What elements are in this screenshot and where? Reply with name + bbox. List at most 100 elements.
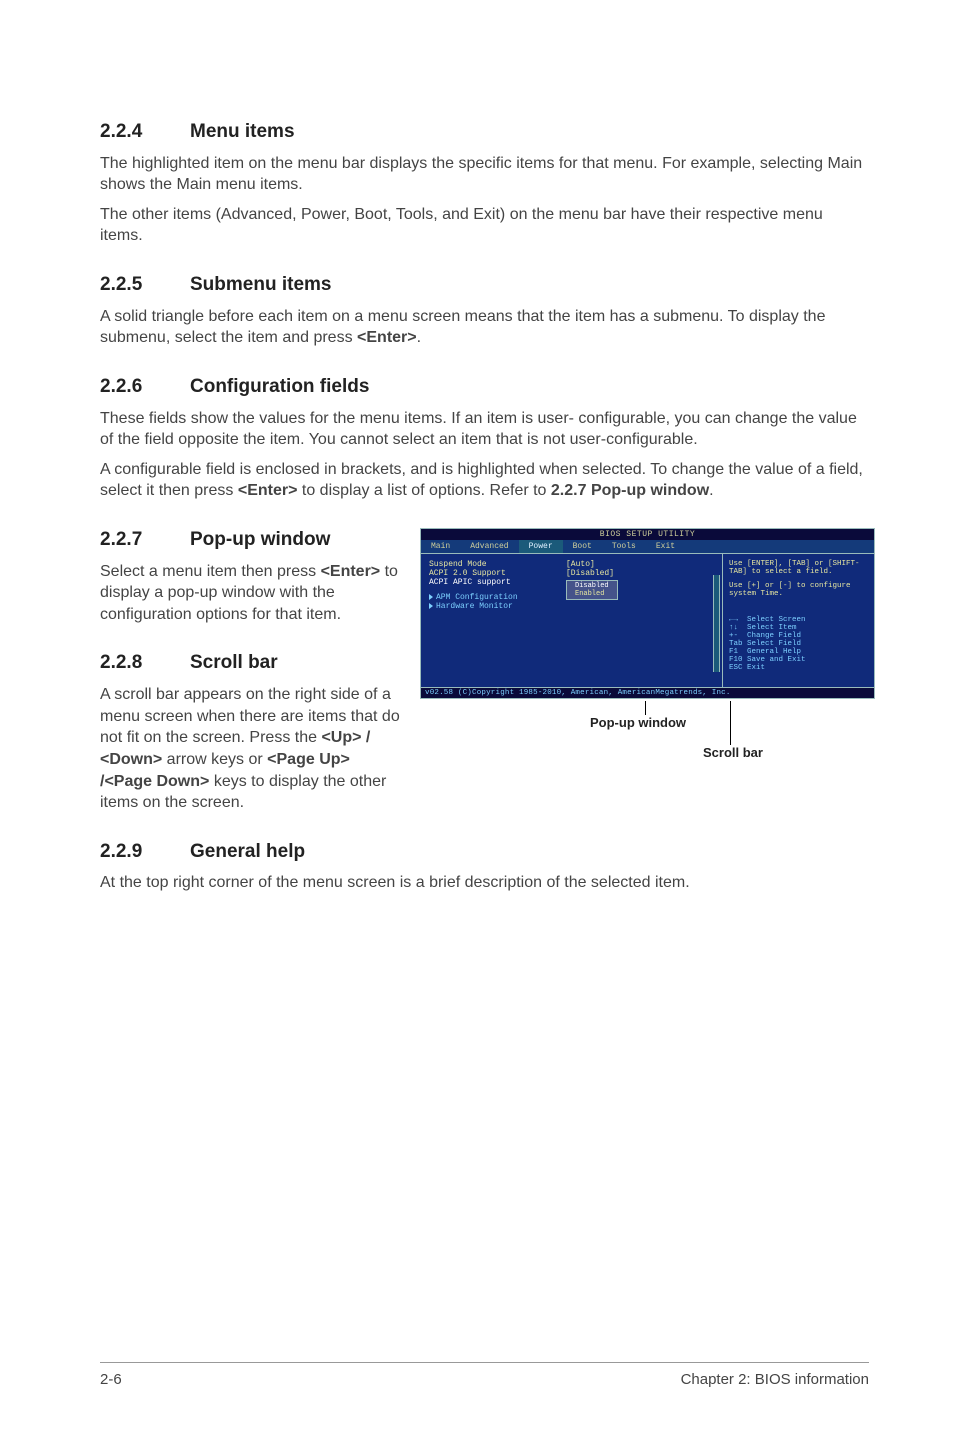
- heading-num: 2.2.5: [100, 273, 190, 298]
- heading-title: General help: [190, 841, 305, 862]
- bios-scrollbar[interactable]: [713, 575, 720, 672]
- key: Tab: [729, 640, 743, 648]
- two-column-area: 2.2.7Pop-up window Select a menu item th…: [100, 528, 869, 840]
- help-text-1: Use [ENTER], [TAB] or [SHIFT-TAB] to sel…: [729, 560, 868, 576]
- bios-footer: v02.58 (C)Copyright 1985-2010, American,…: [421, 688, 874, 698]
- para: The highlighted item on the menu bar dis…: [100, 153, 869, 196]
- callout-label-scroll: Scroll bar: [703, 745, 763, 760]
- section-2-2-6: 2.2.6Configuration fields These fields s…: [100, 375, 869, 502]
- triangle-icon: [429, 603, 433, 609]
- heading-2-2-8: 2.2.8Scroll bar: [100, 651, 400, 676]
- help-key-row: +- Change Field: [729, 632, 868, 640]
- left-column: 2.2.7Pop-up window Select a menu item th…: [100, 528, 400, 840]
- para: These fields show the values for the men…: [100, 408, 869, 451]
- label: Hardware Monitor: [436, 602, 513, 611]
- callout-line-scroll: [730, 701, 731, 745]
- heading-2-2-7: 2.2.7Pop-up window: [100, 528, 400, 553]
- para: A scroll bar appears on the right side o…: [100, 684, 400, 814]
- bios-menu-boot[interactable]: Boot: [563, 540, 602, 553]
- heading-num: 2.2.7: [100, 528, 190, 553]
- bios-menu-power[interactable]: Power: [519, 540, 563, 553]
- bios-item-hw-monitor[interactable]: Hardware Monitor: [429, 602, 714, 611]
- heading-num: 2.2.6: [100, 375, 190, 400]
- heading-2-2-9: 2.2.9General help: [100, 840, 869, 865]
- heading-title: Scroll bar: [190, 652, 278, 673]
- page: 2.2.4Menu items The highlighted item on …: [0, 0, 954, 1438]
- popup-opt-enabled[interactable]: Enabled: [575, 590, 604, 598]
- bios-help-panel: Use [ENTER], [TAB] or [SHIFT-TAB] to sel…: [722, 554, 874, 687]
- bios-val-disabled[interactable]: [Disabled]: [566, 569, 618, 578]
- section-2-2-9: 2.2.9General help At the top right corne…: [100, 840, 869, 894]
- key: F10: [729, 656, 743, 664]
- help-key-row: ESC Exit: [729, 664, 868, 672]
- key: +-: [729, 632, 738, 640]
- key-text: Select Screen: [747, 616, 806, 624]
- text: to display a list of options. Refer to: [297, 482, 550, 499]
- help-key-row: F1 General Help: [729, 648, 868, 656]
- key: ↑↓: [729, 624, 738, 632]
- callout-label-popup: Pop-up window: [590, 715, 686, 730]
- para: At the top right corner of the menu scre…: [100, 872, 869, 894]
- text: arrow keys or: [162, 751, 267, 768]
- text: .: [709, 482, 713, 499]
- key-text: Exit: [747, 664, 765, 672]
- key: ←→: [729, 616, 738, 624]
- callout-line-popup: [645, 701, 646, 715]
- key-enter: <Enter>: [238, 482, 298, 499]
- section-2-2-5: 2.2.5Submenu items A solid triangle befo…: [100, 273, 869, 349]
- bios-menu-advanced[interactable]: Advanced: [460, 540, 518, 553]
- heading-title: Menu items: [190, 121, 295, 142]
- bios-menu-main[interactable]: Main: [421, 540, 460, 553]
- heading-num: 2.2.4: [100, 120, 190, 145]
- bios-popup[interactable]: Disabled Enabled: [566, 580, 618, 600]
- spacer: [729, 598, 868, 616]
- triangle-icon: [429, 594, 433, 600]
- para: The other items (Advanced, Power, Boot, …: [100, 204, 869, 247]
- key-enter: <Enter>: [357, 329, 417, 346]
- bios-values: [Auto] [Disabled] Disabled Enabled: [566, 560, 618, 600]
- section-2-2-4: 2.2.4Menu items The highlighted item on …: [100, 120, 869, 247]
- heading-num: 2.2.8: [100, 651, 190, 676]
- key-text: Change Field: [747, 632, 801, 640]
- callouts: Pop-up window Scroll bar: [420, 701, 875, 781]
- bios-window: BIOS SETUP UTILITY Main Advanced Power B…: [420, 528, 875, 699]
- page-footer: 2-6 Chapter 2: BIOS information: [100, 1362, 869, 1388]
- help-key-row: Tab Select Field: [729, 640, 868, 648]
- help-key-row: F10 Save and Exit: [729, 656, 868, 664]
- heading-title: Pop-up window: [190, 529, 330, 550]
- bios-title: BIOS SETUP UTILITY: [421, 529, 874, 540]
- bios-figure: BIOS SETUP UTILITY Main Advanced Power B…: [420, 528, 875, 840]
- para: A configurable field is enclosed in brac…: [100, 459, 869, 502]
- heading-title: Submenu items: [190, 274, 331, 295]
- section-2-2-8: 2.2.8Scroll bar A scroll bar appears on …: [100, 651, 400, 813]
- section-2-2-7: 2.2.7Pop-up window Select a menu item th…: [100, 528, 400, 625]
- popup-opt-disabled[interactable]: Disabled: [575, 582, 609, 590]
- key-text: General Help: [747, 648, 801, 656]
- bios-menubar: Main Advanced Power Boot Tools Exit: [421, 540, 874, 553]
- heading-2-2-5: 2.2.5Submenu items: [100, 273, 869, 298]
- help-text-2: Use [+] or [-] to configure system Time.: [729, 582, 868, 598]
- ref-2-2-7: 2.2.7 Pop-up window: [551, 482, 709, 499]
- heading-2-2-6: 2.2.6Configuration fields: [100, 375, 869, 400]
- para: A solid triangle before each item on a m…: [100, 306, 869, 349]
- key-text: Select Field: [747, 640, 801, 648]
- heading-title: Configuration fields: [190, 376, 369, 397]
- bios-val-auto[interactable]: [Auto]: [566, 560, 618, 569]
- key-text: Select Item: [747, 624, 797, 632]
- bios-body: Suspend Mode ACPI 2.0 Support ACPI APIC …: [421, 553, 874, 688]
- key-text: Save and Exit: [747, 656, 806, 664]
- heading-2-2-4: 2.2.4Menu items: [100, 120, 869, 145]
- key: ESC: [729, 664, 743, 672]
- para: Select a menu item then press <Enter> to…: [100, 561, 400, 626]
- bios-menu-exit[interactable]: Exit: [646, 540, 685, 553]
- help-key-row: ↑↓ Select Item: [729, 624, 868, 632]
- text: Select a menu item then press: [100, 563, 321, 580]
- key: F1: [729, 648, 738, 656]
- bios-left-panel: Suspend Mode ACPI 2.0 Support ACPI APIC …: [421, 554, 722, 687]
- page-number: 2-6: [100, 1371, 122, 1388]
- key-enter: <Enter>: [321, 563, 381, 580]
- text: .: [417, 329, 421, 346]
- help-keys: ←→ Select Screen ↑↓ Select Item +- Chang…: [729, 616, 868, 672]
- text: A solid triangle before each item on a m…: [100, 308, 825, 347]
- bios-menu-tools[interactable]: Tools: [602, 540, 646, 553]
